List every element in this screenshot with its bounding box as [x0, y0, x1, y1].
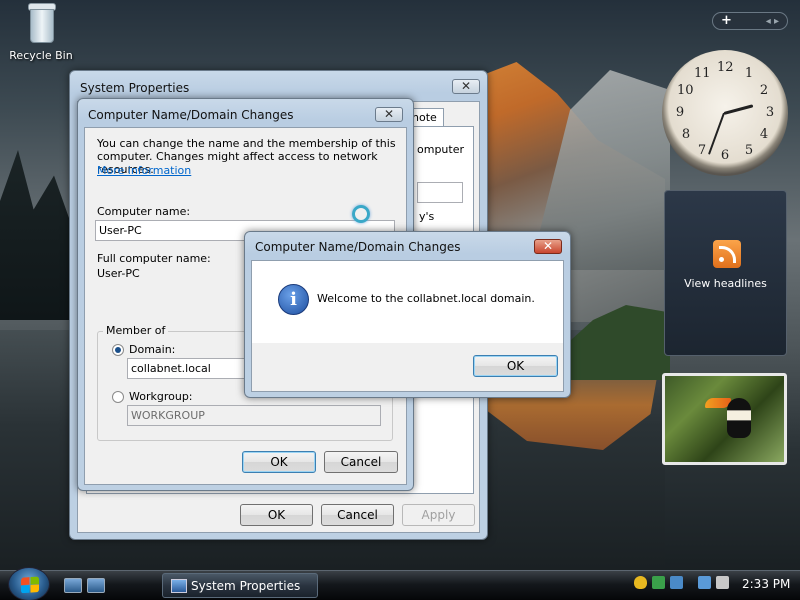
- clock-numeral: 1: [744, 66, 754, 81]
- clock-numeral: 11: [694, 66, 711, 81]
- clock-gadget[interactable]: 12 1 2 3 4 5 6 7 8 9 10 11: [662, 50, 788, 176]
- dialog-title: Computer Name/Domain Changes: [255, 240, 461, 254]
- recycle-bin[interactable]: Recycle Bin: [8, 3, 74, 73]
- message-area: i Welcome to the collabnet.local domain.: [252, 261, 563, 343]
- clock-hour-hand: [723, 104, 754, 115]
- clock-numeral: 9: [675, 105, 685, 120]
- domain-radio[interactable]: [112, 344, 124, 356]
- apply-button[interactable]: Apply: [402, 504, 475, 526]
- full-computer-name-value: User-PC: [97, 267, 140, 280]
- welcome-dialog: Computer Name/Domain Changes ✕ i Welcome…: [244, 231, 571, 398]
- clock-numeral: 4: [759, 127, 769, 142]
- taskbar-clock[interactable]: 2:33 PM: [742, 577, 790, 591]
- more-information-link[interactable]: More information: [97, 164, 191, 177]
- welcome-message: Welcome to the collabnet.local domain.: [317, 292, 535, 305]
- clock-numeral: 10: [677, 83, 694, 98]
- ok-button[interactable]: OK: [473, 355, 558, 377]
- view-headlines-label[interactable]: View headlines: [665, 277, 786, 290]
- clock-numeral: 8: [681, 127, 691, 142]
- panel-text-fragment: omputer: [417, 143, 465, 156]
- sidebar-nav-arrows[interactable]: ◂ ▸: [766, 14, 779, 29]
- security-shield-icon[interactable]: [634, 576, 647, 589]
- windows-logo-icon: [21, 576, 39, 594]
- ok-button[interactable]: OK: [242, 451, 316, 473]
- workgroup-radio[interactable]: [112, 391, 124, 403]
- ok-button[interactable]: OK: [240, 504, 313, 526]
- member-of-label: Member of: [103, 324, 169, 337]
- clock-numeral: 12: [717, 60, 734, 75]
- close-button[interactable]: ✕: [534, 239, 562, 254]
- close-button[interactable]: ✕: [375, 107, 403, 122]
- cancel-button[interactable]: Cancel: [324, 451, 398, 473]
- welcome-client: i Welcome to the collabnet.local domain.…: [251, 260, 564, 392]
- recycle-bin-icon: [26, 3, 56, 43]
- feed-headlines-gadget[interactable]: View headlines: [664, 190, 787, 356]
- toucan-image: [727, 398, 751, 438]
- busy-cursor-icon: [352, 205, 370, 223]
- panel-text-fragment: y's: [419, 210, 435, 223]
- slideshow-gadget[interactable]: [662, 373, 787, 465]
- system-properties-icon: [171, 579, 187, 593]
- close-button[interactable]: ✕: [452, 79, 480, 94]
- info-icon: i: [278, 284, 309, 315]
- clock-numeral: 6: [720, 148, 730, 163]
- clock-numeral: 5: [744, 143, 754, 158]
- sidebar-controls: + ◂ ▸: [712, 12, 788, 30]
- full-computer-name-label: Full computer name:: [97, 252, 211, 265]
- taskbar-item-label: System Properties: [191, 579, 301, 593]
- description-field-fragment[interactable]: [417, 182, 463, 203]
- window-title: System Properties: [80, 81, 190, 95]
- domain-label: Domain:: [129, 343, 176, 356]
- switch-windows-icon[interactable]: [87, 578, 105, 593]
- safely-remove-icon[interactable]: [652, 576, 665, 589]
- workgroup-label: Workgroup:: [129, 390, 193, 403]
- add-gadget-button[interactable]: +: [721, 13, 732, 29]
- workgroup-input: [127, 405, 381, 426]
- computer-name-label: Computer name:: [97, 205, 191, 218]
- start-button[interactable]: [8, 567, 50, 600]
- cancel-button[interactable]: Cancel: [321, 504, 394, 526]
- dialog-title: Computer Name/Domain Changes: [88, 108, 294, 122]
- windows-update-icon[interactable]: [670, 576, 683, 589]
- show-desktop-icon[interactable]: [64, 578, 82, 593]
- clock-numeral: 3: [765, 105, 775, 120]
- taskbar-item-system-properties[interactable]: System Properties: [162, 573, 318, 598]
- rss-icon: [713, 240, 741, 268]
- network-icon[interactable]: [698, 576, 711, 589]
- clock-numeral: 7: [697, 143, 707, 158]
- volume-muted-icon[interactable]: [716, 576, 729, 589]
- recycle-bin-label: Recycle Bin: [9, 49, 73, 62]
- clock-numeral: 2: [759, 83, 769, 98]
